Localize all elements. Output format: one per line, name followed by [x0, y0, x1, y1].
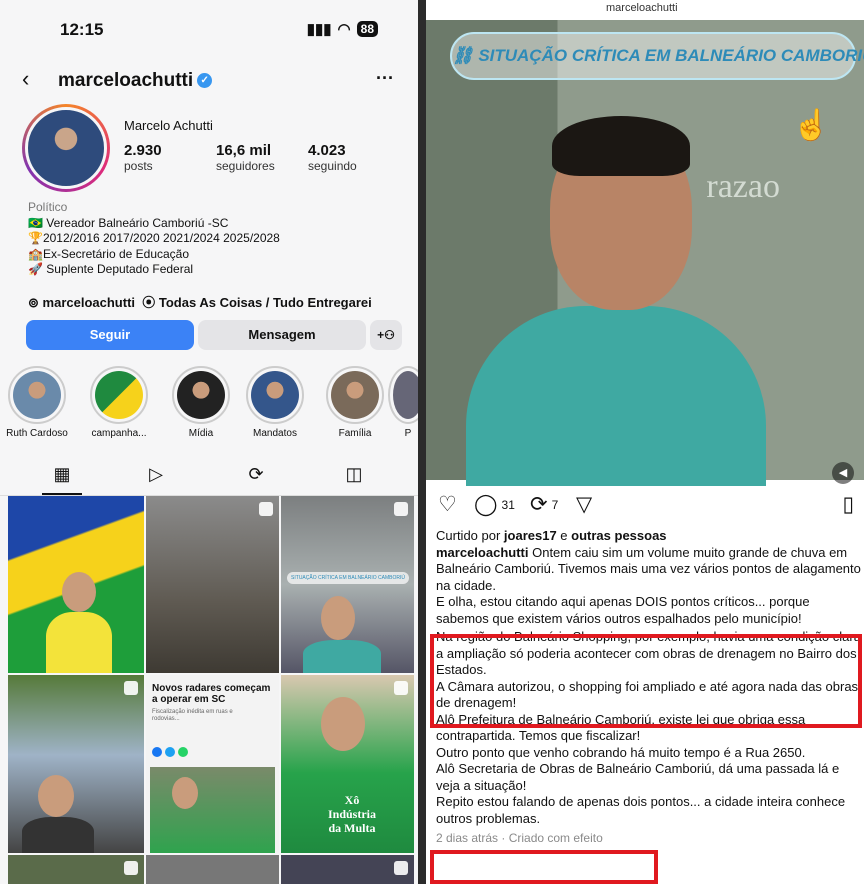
- post-actions: ♡ ◯ 31 ⟳ 7 ▽ ▯: [426, 492, 864, 522]
- post-screen: marceloachutti razao ⛓ SITUAÇÃO CRÍTICA …: [426, 0, 864, 884]
- profile-header: ‹ marceloachutti ✓ ···: [0, 66, 418, 100]
- video-logo: razao: [706, 168, 780, 205]
- highlight-box: [430, 850, 658, 884]
- news-title: Novos radares começam a operar em SC: [152, 683, 271, 705]
- comment-button[interactable]: ◯ 31: [474, 492, 515, 517]
- message-button[interactable]: Mensagem: [198, 320, 366, 350]
- bio-line: 🏫Ex-Secretário de Educação: [28, 246, 190, 261]
- repost-icon: ⟳: [530, 493, 548, 516]
- profile-stats: 2.930 posts 16,6 mil seguidores 4.023 segui…: [124, 142, 400, 173]
- tile-text: Xô Indústria da Multa: [327, 793, 377, 835]
- more-options-icon[interactable]: ···: [376, 68, 394, 89]
- highlight-item[interactable]: Família: [320, 366, 390, 439]
- repost-button[interactable]: ⟳ 7: [530, 492, 558, 517]
- grid-post[interactable]: [8, 496, 144, 673]
- posts-grid: SITUAÇÃO CRÍTICA EM BALNEÁRIO CAMBORIÚ N…: [8, 496, 414, 884]
- verified-icon: ✓: [197, 73, 213, 89]
- add-user-icon[interactable]: +⚇: [370, 320, 402, 350]
- tagged-icon[interactable]: ◫: [334, 464, 374, 485]
- grid-post[interactable]: [8, 855, 144, 884]
- video-caption-banner: ⛓ SITUAÇÃO CRÍTICA EM BALNEÁRIO CAMBORIÚ: [450, 32, 864, 80]
- posts-stat[interactable]: 2.930 posts: [124, 142, 216, 173]
- highlight-item[interactable]: campanha...: [84, 366, 154, 439]
- highlight-item[interactable]: Mandatos: [240, 366, 310, 439]
- following-stat[interactable]: 4.023 seguindo: [308, 142, 400, 173]
- bio-line: 🏆2012/2016 2017/2020 2021/2024 2025/2028: [28, 231, 280, 245]
- profile-username: marceloachutti ✓: [58, 70, 213, 92]
- share-icon[interactable]: ▽: [576, 492, 592, 517]
- pointer-hand-icon: ☝: [792, 109, 830, 142]
- bio-line: 🚀 Suplente Deputado Federal: [28, 262, 194, 276]
- grid-icon[interactable]: ▦: [42, 464, 82, 495]
- tile-caption: SITUAÇÃO CRÍTICA EM BALNEÁRIO CAMBORIÚ: [287, 572, 409, 584]
- bio-line: 🇧🇷 Vereador Balneário Camboriú -SC: [28, 215, 229, 230]
- mute-icon[interactable]: ◀: [832, 462, 854, 484]
- threads-link[interactable]: marceloachutti: [43, 295, 135, 310]
- post-timestamp: 2 dias atrás · Criado com efeito: [436, 831, 603, 845]
- highlight-item[interactable]: Ruth Cardoso: [2, 366, 72, 439]
- comment-icon: ◯: [474, 493, 498, 516]
- link-icon: ⛓: [452, 46, 474, 65]
- back-icon[interactable]: ‹: [22, 66, 29, 92]
- grid-post[interactable]: [146, 496, 279, 673]
- avatar[interactable]: [22, 104, 110, 192]
- grid-post[interactable]: Novos radares começam a operar em SC Fis…: [146, 675, 279, 853]
- post-top-username: marceloachutti: [606, 2, 678, 14]
- music-link[interactable]: Todas As Coisas / Tudo Entregarei: [159, 295, 372, 310]
- grid-post[interactable]: Xô Indústria da Multa: [281, 675, 414, 853]
- profile-links: ⊚ marceloachutti ⦿ Todas As Coisas / Tud…: [28, 292, 372, 311]
- threads-icon: ⊚: [28, 295, 39, 310]
- liked-by: Curtido por joares17 e outras pessoas: [436, 528, 667, 543]
- signal-icon: ▮▮▮: [306, 21, 332, 38]
- wifi-icon: ◠: [337, 21, 351, 38]
- profile-screen: 12:15 ▮▮▮ ◠ 88 ‹ marceloachutti ✓ ··· Mar…: [0, 0, 418, 884]
- profile-tabs: ▦ ▷ ⟳ ◫: [0, 456, 418, 496]
- bookmark-icon[interactable]: ▯: [842, 492, 854, 517]
- grid-post[interactable]: SITUAÇÃO CRÍTICA EM BALNEÁRIO CAMBORIÚ: [281, 496, 414, 673]
- status-time: 12:15: [60, 20, 104, 39]
- status-bar: 12:15 ▮▮▮ ◠ 88: [0, 0, 418, 62]
- highlight-item[interactable]: P: [388, 366, 418, 439]
- profile-bio: Político 🇧🇷 Vereador Balneário Camboriú …: [28, 200, 280, 278]
- battery-icon: 88: [356, 21, 378, 37]
- highlight-box: [430, 634, 862, 728]
- follow-button[interactable]: Seguir: [26, 320, 194, 350]
- news-subtitle: Fiscalização inédita em ruas e rodovias.…: [152, 709, 233, 722]
- profile-name: Marcelo Achutti: [124, 118, 213, 133]
- profile-category: Político: [28, 200, 68, 214]
- play-icon: ⦿: [142, 295, 156, 310]
- like-icon[interactable]: ♡: [438, 492, 457, 517]
- grid-post[interactable]: [146, 855, 279, 884]
- followers-stat[interactable]: 16,6 mil seguidores: [216, 142, 308, 173]
- grid-post[interactable]: [281, 855, 414, 884]
- status-icons: ▮▮▮ ◠ 88: [307, 20, 378, 38]
- post-video[interactable]: razao ⛓ SITUAÇÃO CRÍTICA EM BALNEÁRIO CA…: [426, 20, 864, 486]
- highlight-item[interactable]: Mídia: [166, 366, 236, 439]
- reels-icon[interactable]: ▷: [136, 464, 176, 485]
- caption-author[interactable]: marceloachutti: [436, 545, 528, 560]
- grid-post[interactable]: [8, 675, 144, 853]
- reposts-icon[interactable]: ⟳: [236, 464, 276, 485]
